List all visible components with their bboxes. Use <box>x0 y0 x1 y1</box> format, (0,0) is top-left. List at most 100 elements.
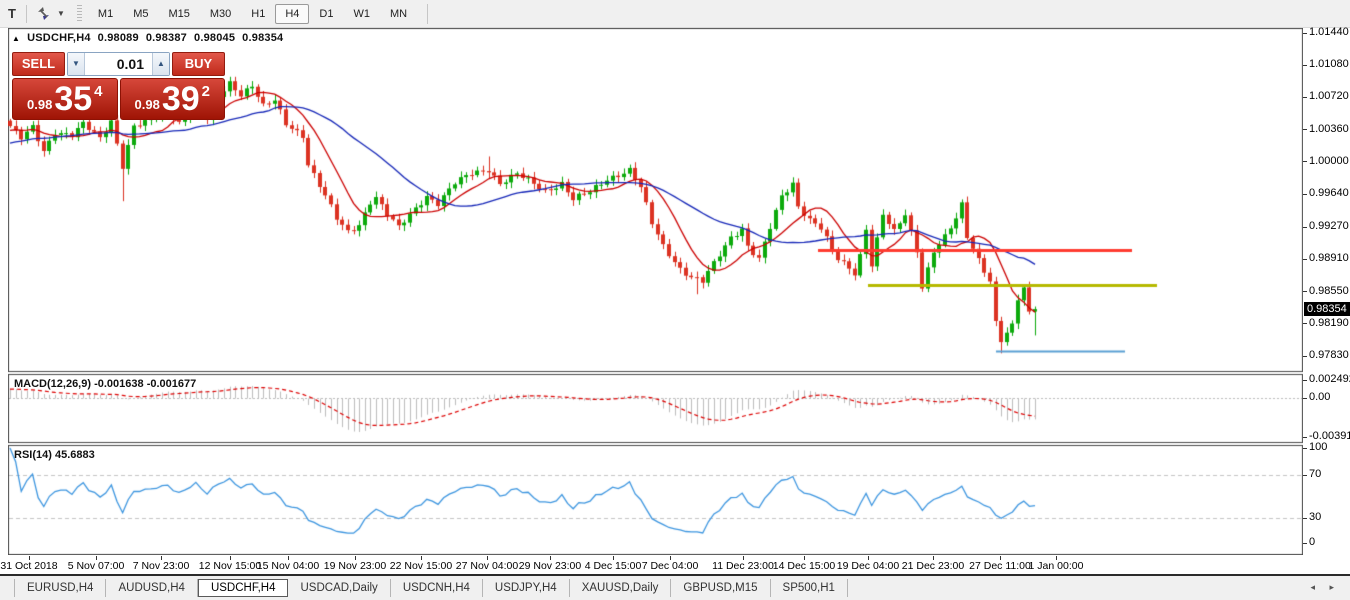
style-arrows-icon[interactable] <box>33 4 53 24</box>
price-axis-label: 1.00360 <box>1309 122 1349 135</box>
rsi-axis-label: 0 <box>1309 536 1316 548</box>
buy-button[interactable]: BUY <box>172 52 225 76</box>
chart-tab-usdchf[interactable]: USDCHF,H4 <box>197 579 289 597</box>
chart-window: ▲ USDCHF,H4 0.98089 0.98387 0.98045 0.98… <box>0 26 1350 600</box>
volume-input[interactable]: 0.01 <box>85 53 152 75</box>
price-axis-label: 0.99270 <box>1309 220 1349 233</box>
date-axis-label: 1 Jan 00:00 <box>1028 560 1084 572</box>
chart-tab-xauusd[interactable]: XAUUSD,Daily <box>570 579 672 597</box>
price-axis-label: 1.01080 <box>1309 58 1349 71</box>
macd-label: MACD(12,26,9) -0.001638 -0.001677 <box>14 378 196 390</box>
sell-price-pipette: 4 <box>94 82 103 100</box>
text-tool-icon[interactable]: T <box>2 4 22 24</box>
date-axis-label: 21 Dec 23:00 <box>901 560 965 572</box>
macd-name: MACD(12,26,9) <box>14 378 92 390</box>
price-axis-label: 0.97830 <box>1309 349 1349 361</box>
toolbar-grip-handle[interactable] <box>76 4 82 23</box>
chart-tab-sp500[interactable]: SP500,H1 <box>771 579 848 597</box>
collapse-chart-arrow-icon[interactable]: ▲ <box>12 34 20 43</box>
mt4-application-window: T ▼ M1 M5 M15 M30 H1 H4 D1 W1 MN ▲ USDCHF,H4 0.9… <box>0 0 1350 600</box>
sell-button[interactable]: SELL <box>12 52 65 76</box>
rsi-axis-label: 100 <box>1309 441 1328 453</box>
sell-price-big: 35 <box>54 80 93 118</box>
buy-price-big: 39 <box>161 80 200 118</box>
date-axis-label: 12 Nov 15:00 <box>198 560 262 572</box>
style-dropdown-caret-icon[interactable]: ▼ <box>53 9 69 18</box>
ohlc-low: 0.98045 <box>194 32 236 44</box>
timeframe-button-w1[interactable]: W1 <box>343 4 380 24</box>
axis-tick <box>1303 161 1307 162</box>
macd-axis-label: 0.002492 <box>1309 373 1350 385</box>
date-axis-label: 19 Nov 23:00 <box>323 560 387 572</box>
macd-axis-label: 0.00 <box>1309 391 1331 403</box>
date-axis-label: 27 Nov 04:00 <box>455 560 519 572</box>
date-axis-label: 5 Nov 07:00 <box>67 560 125 572</box>
chart-tab-usdjpy[interactable]: USDJPY,H4 <box>483 579 570 597</box>
axis-tick <box>1303 259 1307 260</box>
price-axis-label: 0.98190 <box>1309 316 1349 329</box>
date-axis-label: 4 Dec 15:00 <box>584 560 642 572</box>
current-price-tag: 0.98354 <box>1304 302 1350 317</box>
toolbar-separator-2 <box>427 3 429 24</box>
diagonal-arrows-glyph <box>37 7 49 20</box>
timeframe-button-h1[interactable]: H1 <box>241 4 275 24</box>
axis-tick <box>1303 356 1307 357</box>
volume-decrease-button[interactable]: ▼ <box>68 53 85 75</box>
toolbar: T ▼ M1 M5 M15 M30 H1 H4 D1 W1 MN <box>0 0 1350 28</box>
axis-tick <box>1303 543 1307 544</box>
ohlc-high: 0.98387 <box>145 32 187 44</box>
sell-quote-button[interactable]: 0.98 35 4 <box>12 78 118 120</box>
price-axis-label: 0.98550 <box>1309 284 1349 297</box>
tab-scroll-arrows[interactable]: ◂ ▸ <box>1310 582 1340 593</box>
axis-tick <box>1303 398 1307 399</box>
timeframe-button-d1[interactable]: D1 <box>309 4 343 24</box>
chart-tab-usdcad[interactable]: USDCAD,Daily <box>288 579 391 597</box>
chart-tab-bar: EURUSD,H4 AUDUSD,H4 USDCHF,H4 USDCAD,Daily U… <box>0 576 1350 600</box>
timeframe-button-m30[interactable]: M30 <box>200 4 241 24</box>
price-axis-label: 0.99640 <box>1309 187 1349 200</box>
price-axis-label: 1.00720 <box>1309 90 1349 103</box>
axis-tick <box>1303 33 1307 34</box>
date-axis[interactable]: 31 Oct 2018 5 Nov 07:00 7 Nov 23:00 12 Nov … <box>0 556 1350 574</box>
axis-tick <box>1303 437 1307 438</box>
timeframe-buttons: M1 M5 M15 M30 H1 H4 D1 W1 MN <box>88 3 417 25</box>
date-axis-label: 29 Nov 23:00 <box>518 560 582 572</box>
timeframe-button-mn[interactable]: MN <box>380 4 417 24</box>
axis-tick <box>1303 129 1307 130</box>
axis-tick <box>1303 97 1307 98</box>
price-axis[interactable]: 1.01440 1.01080 1.00720 1.00360 1.00000 0.996… <box>1303 26 1350 555</box>
chart-symbol-period: USDCHF,H4 <box>27 32 91 44</box>
axis-tick <box>1303 518 1307 519</box>
ohlc-open: 0.98089 <box>97 32 139 44</box>
chart-tab-audusd[interactable]: AUDUSD,H4 <box>106 579 198 597</box>
timeframe-button-m15[interactable]: M15 <box>158 4 199 24</box>
rsi-axis-label: 30 <box>1309 511 1322 523</box>
axis-tick <box>1303 227 1307 228</box>
axis-tick <box>1303 194 1307 195</box>
price-axis-label: 1.00000 <box>1309 154 1349 167</box>
date-axis-label: 19 Dec 04:00 <box>836 560 900 572</box>
buy-quote-button[interactable]: 0.98 39 2 <box>119 78 225 120</box>
buy-price-pipette: 2 <box>201 82 210 100</box>
chart-header: ▲ USDCHF,H4 0.98089 0.98387 0.98045 0.98… <box>12 32 283 44</box>
rsi-label: RSI(14) 45.6883 <box>14 449 95 461</box>
chart-tab-usdcnh[interactable]: USDCNH,H4 <box>391 579 483 597</box>
timeframe-button-m5[interactable]: M5 <box>123 4 158 24</box>
volume-increase-button[interactable]: ▲ <box>152 53 169 75</box>
timeframe-button-h4[interactable]: H4 <box>275 3 310 24</box>
volume-control: ▼ 0.01 ▲ <box>67 52 170 76</box>
sell-price-prefix: 0.98 <box>27 96 53 112</box>
chart-tab-eurusd[interactable]: EURUSD,H4 <box>14 579 107 597</box>
axis-tick <box>1303 65 1307 66</box>
date-axis-label: 7 Nov 23:00 <box>132 560 190 572</box>
date-axis-label: 15 Nov 04:00 <box>256 560 320 572</box>
axis-tick <box>1303 323 1307 324</box>
timeframe-button-m1[interactable]: M1 <box>88 4 123 24</box>
date-axis-label: 31 Oct 2018 <box>0 560 58 572</box>
axis-tick <box>1303 291 1307 292</box>
axis-tick <box>1303 475 1307 476</box>
one-click-trading-panel: SELL ▼ 0.01 ▲ BUY 0.98 35 4 0.98 39 2 <box>12 52 225 120</box>
date-axis-label: 22 Nov 15:00 <box>389 560 453 572</box>
chart-tab-gbpusd[interactable]: GBPUSD,M15 <box>671 579 771 597</box>
date-axis-label: 7 Dec 04:00 <box>641 560 699 572</box>
